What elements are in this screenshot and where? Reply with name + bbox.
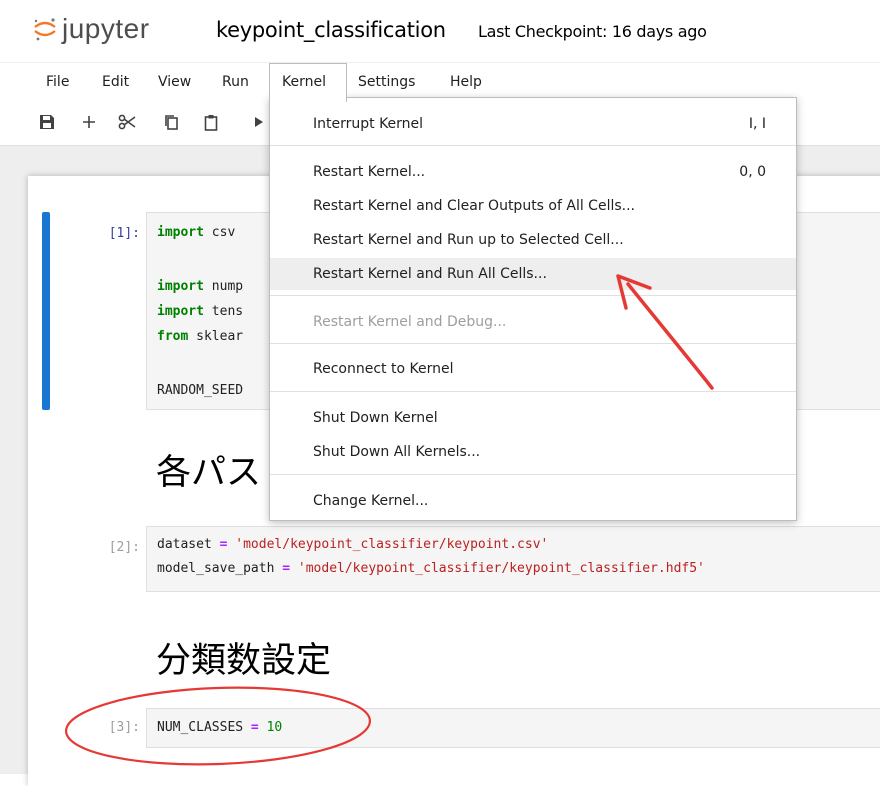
menu-item-label: Restart Kernel and Run All Cells... bbox=[313, 266, 547, 282]
menu-item-label: Shut Down All Kernels... bbox=[313, 444, 481, 460]
markdown-heading: 各パス bbox=[156, 453, 262, 493]
jupyter-logo-icon bbox=[32, 16, 58, 42]
cell-prompt: [1]: bbox=[108, 226, 140, 241]
code-cell-3[interactable]: NUM_CLASSES = 10 bbox=[146, 708, 880, 748]
kernel-menu: Interrupt Kernel I, I Restart Kernel... … bbox=[269, 97, 797, 521]
code-text: sklear bbox=[188, 329, 244, 344]
code-operator: = bbox=[282, 561, 291, 576]
code-keyword: from bbox=[157, 329, 189, 344]
menu-item-label: Shut Down Kernel bbox=[313, 410, 438, 426]
menu-item-label: Reconnect to Kernel bbox=[313, 361, 454, 377]
menubar: File Edit View Run Kernel Settings Help bbox=[0, 62, 880, 102]
save-icon[interactable] bbox=[36, 111, 58, 133]
menu-item-label: Restart Kernel and Debug... bbox=[313, 314, 507, 330]
menu-item-shutdown-kernel[interactable]: Shut Down Kernel bbox=[270, 402, 796, 434]
menu-separator bbox=[270, 391, 796, 392]
menu-item-restart-kernel[interactable]: Restart Kernel... 0, 0 bbox=[270, 156, 796, 188]
menu-help[interactable]: Help bbox=[444, 63, 488, 101]
code-string: 'model/keypoint_classifier/keypoint.csv' bbox=[235, 537, 549, 552]
menu-item-shortcut: I, I bbox=[748, 116, 766, 132]
code-string: 'model/keypoint_classifier/keypoint_clas… bbox=[297, 561, 705, 576]
menu-run[interactable]: Run bbox=[216, 63, 255, 101]
menu-item-change-kernel[interactable]: Change Kernel... bbox=[270, 485, 796, 517]
menu-separator bbox=[270, 474, 796, 475]
checkpoint-status: Last Checkpoint: 16 days ago bbox=[478, 22, 707, 41]
menu-file[interactable]: File bbox=[40, 63, 75, 101]
menu-item-restart-debug: Restart Kernel and Debug... bbox=[270, 306, 796, 338]
active-cell-indicator bbox=[42, 212, 50, 410]
code-keyword: import bbox=[157, 304, 204, 319]
menu-item-shortcut: 0, 0 bbox=[739, 164, 766, 180]
menu-settings[interactable]: Settings bbox=[352, 63, 421, 101]
menu-item-label: Restart Kernel and Run up to Selected Ce… bbox=[313, 232, 624, 248]
menu-item-label: Interrupt Kernel bbox=[313, 116, 424, 132]
notebook-title[interactable]: keypoint_classification bbox=[216, 18, 446, 42]
code-text: tens bbox=[203, 304, 244, 319]
menu-item-label: Restart Kernel... bbox=[313, 164, 426, 180]
cell-prompt: [2]: bbox=[108, 540, 140, 555]
code-text: NUM_CLASSES bbox=[157, 720, 244, 735]
menu-separator bbox=[270, 295, 796, 296]
code-text: model_save_path bbox=[157, 561, 275, 576]
logo-text: jupyter bbox=[62, 13, 150, 44]
code-cell-2[interactable]: dataset = 'model/keypoint_classifier/key… bbox=[146, 526, 880, 592]
menu-item-restart-run-to-selected[interactable]: Restart Kernel and Run up to Selected Ce… bbox=[270, 224, 796, 256]
menu-view[interactable]: View bbox=[152, 63, 197, 101]
menu-kernel[interactable]: Kernel bbox=[269, 63, 347, 102]
code-keyword: import bbox=[157, 225, 204, 240]
menu-item-shutdown-all-kernels[interactable]: Shut Down All Kernels... bbox=[270, 436, 796, 468]
menu-item-restart-run-all[interactable]: Restart Kernel and Run All Cells... bbox=[270, 258, 796, 290]
jupyter-logo[interactable]: jupyter bbox=[32, 13, 150, 44]
code-operator: = bbox=[219, 537, 228, 552]
menu-separator bbox=[270, 343, 796, 344]
menu-item-interrupt-kernel[interactable]: Interrupt Kernel I, I bbox=[270, 108, 796, 140]
code-operator: = bbox=[250, 720, 259, 735]
code-text: csv bbox=[203, 225, 236, 240]
menu-item-reconnect-kernel[interactable]: Reconnect to Kernel bbox=[270, 353, 796, 385]
paste-icon[interactable] bbox=[200, 111, 222, 133]
menu-item-restart-clear-outputs[interactable]: Restart Kernel and Clear Outputs of All … bbox=[270, 190, 796, 222]
run-icon[interactable] bbox=[248, 111, 270, 133]
code-text: dataset bbox=[157, 537, 212, 552]
code-text: RANDOM_SEED bbox=[157, 383, 244, 398]
header: jupyter keypoint_classification Last Che… bbox=[0, 0, 880, 62]
menu-separator bbox=[270, 145, 796, 146]
cut-icon[interactable] bbox=[116, 111, 138, 133]
menu-item-label: Restart Kernel and Clear Outputs of All … bbox=[313, 198, 635, 214]
code-keyword: import bbox=[157, 279, 204, 294]
cell-prompt: [3]: bbox=[108, 720, 140, 735]
menu-edit[interactable]: Edit bbox=[96, 63, 135, 101]
markdown-heading: 分類数設定 bbox=[156, 641, 332, 681]
menu-item-label: Change Kernel... bbox=[313, 493, 429, 509]
copy-icon[interactable] bbox=[160, 111, 182, 133]
code-text: nump bbox=[203, 279, 244, 294]
code-number: 10 bbox=[266, 720, 283, 735]
add-cell-icon[interactable] bbox=[78, 111, 100, 133]
